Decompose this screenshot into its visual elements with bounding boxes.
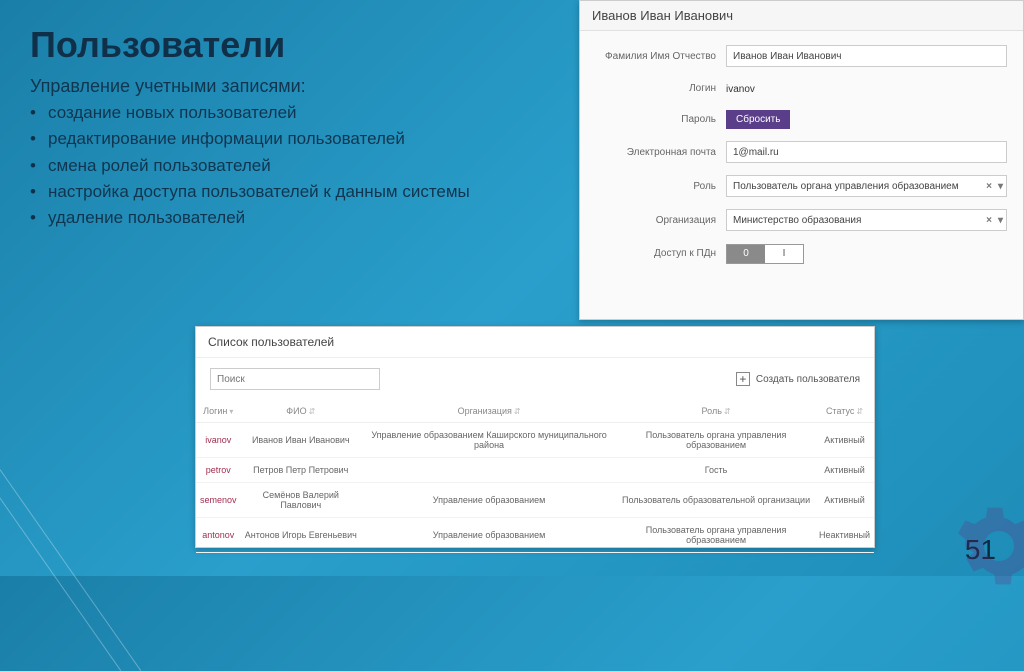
- clear-icon[interactable]: ×: [986, 215, 992, 226]
- bullet-list: создание новых пользователей редактирова…: [30, 100, 470, 232]
- user-list-panel: Список пользователей + Создать пользоват…: [195, 326, 875, 548]
- toggle-on[interactable]: 0: [727, 245, 765, 263]
- gear-icon: [954, 501, 1024, 596]
- email-field[interactable]: [726, 141, 1007, 163]
- label-access: Доступ к ПДн: [596, 248, 726, 259]
- login-value: ivanov: [726, 81, 761, 98]
- cell-fio: Иванов Иван Иванович: [241, 423, 362, 458]
- bullet-item: смена ролей пользователей: [30, 153, 470, 179]
- bullet-item: создание новых пользователей: [30, 100, 470, 126]
- user-form: Фамилия Имя Отчество Логин ivanov Пароль…: [580, 31, 1023, 286]
- subtitle: Управление учетными записями:: [30, 76, 306, 97]
- table-row[interactable]: semenovСемёнов Валерий ПавловичУправлени…: [196, 483, 874, 518]
- clear-icon[interactable]: ×: [986, 181, 992, 192]
- fio-field[interactable]: [726, 45, 1007, 67]
- chevron-down-icon[interactable]: ▾: [998, 215, 1003, 226]
- cell-fio: Антонов Игорь Евгеньевич: [241, 518, 362, 553]
- user-edit-panel: Иванов Иван Иванович Фамилия Имя Отчеств…: [579, 0, 1024, 320]
- user-table: Логин▾ ФИО⇵ Организация⇵ Роль⇵ Статус⇵ i…: [196, 400, 874, 553]
- label-password: Пароль: [596, 114, 726, 125]
- access-toggle[interactable]: 0 I: [726, 244, 804, 264]
- reset-password-button[interactable]: Сбросить: [726, 110, 790, 129]
- cell-org: Управление образованием: [361, 483, 617, 518]
- cell-login: ivanov: [196, 423, 241, 458]
- cell-org: Управление образованием: [361, 518, 617, 553]
- table-row[interactable]: ivanovИванов Иван ИвановичУправление обр…: [196, 423, 874, 458]
- create-user-button[interactable]: + Создать пользователя: [736, 372, 860, 386]
- cell-status: Активный: [815, 423, 874, 458]
- label-email: Электронная почта: [596, 147, 726, 158]
- toggle-off[interactable]: I: [765, 245, 803, 263]
- cell-org: [361, 458, 617, 483]
- cell-fio: Семёнов Валерий Павлович: [241, 483, 362, 518]
- chevron-down-icon[interactable]: ▾: [998, 181, 1003, 192]
- col-login[interactable]: Логин▾: [196, 400, 241, 423]
- bullet-item: настройка доступа пользователей к данным…: [30, 179, 470, 205]
- label-org: Организация: [596, 215, 726, 226]
- col-role[interactable]: Роль⇵: [617, 400, 815, 423]
- bullet-item: удаление пользователей: [30, 205, 470, 231]
- list-header: Список пользователей: [196, 327, 874, 358]
- cell-org: Управление образованием Каширского муниц…: [361, 423, 617, 458]
- col-fio[interactable]: ФИО⇵: [241, 400, 362, 423]
- label-login: Логин: [596, 83, 726, 94]
- cell-fio: Петров Петр Петрович: [241, 458, 362, 483]
- create-user-label: Создать пользователя: [756, 374, 860, 385]
- panel-header: Иванов Иван Иванович: [580, 1, 1023, 31]
- cell-role: Пользователь образовательной организации: [617, 483, 815, 518]
- org-select[interactable]: [726, 209, 1007, 231]
- col-org[interactable]: Организация⇵: [361, 400, 617, 423]
- cell-status: Неактивный: [815, 518, 874, 553]
- cell-login: semenov: [196, 483, 241, 518]
- search-input[interactable]: [210, 368, 380, 390]
- plus-icon: +: [736, 372, 750, 386]
- col-status[interactable]: Статус⇵: [815, 400, 874, 423]
- role-select[interactable]: [726, 175, 1007, 197]
- table-row[interactable]: antonovАнтонов Игорь ЕвгеньевичУправлени…: [196, 518, 874, 553]
- label-role: Роль: [596, 181, 726, 192]
- bullet-item: редактирование информации пользователей: [30, 126, 470, 152]
- page-title: Пользователи: [30, 24, 285, 66]
- cell-status: Активный: [815, 483, 874, 518]
- cell-role: Пользователь органа управления образован…: [617, 518, 815, 553]
- table-row[interactable]: petrovПетров Петр Петрович ГостьАктивный: [196, 458, 874, 483]
- cell-login: petrov: [196, 458, 241, 483]
- cell-status: Активный: [815, 458, 874, 483]
- cell-role: Гость: [617, 458, 815, 483]
- cell-login: antonov: [196, 518, 241, 553]
- cell-role: Пользователь органа управления образован…: [617, 423, 815, 458]
- label-fio: Фамилия Имя Отчество: [596, 51, 726, 62]
